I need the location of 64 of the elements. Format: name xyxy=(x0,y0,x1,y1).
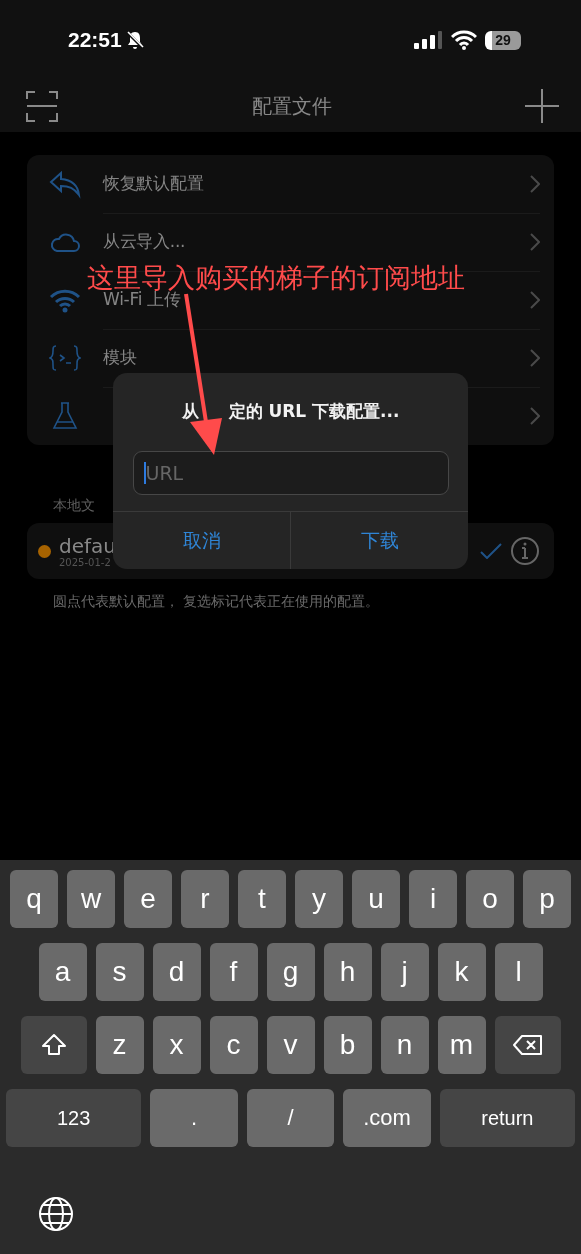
keyboard-key[interactable]: k xyxy=(437,943,486,1001)
menu-label: 从云导入... xyxy=(103,230,186,253)
keyboard-key[interactable]: . xyxy=(150,1089,238,1147)
keyboard-key[interactable]: return xyxy=(439,1089,575,1147)
dialog-title: 定的 URL 下载配置... xyxy=(228,400,400,423)
chevron-icon xyxy=(530,290,540,309)
cancel-button[interactable]: 取消 xyxy=(113,512,290,569)
keyboard-key[interactable]: z xyxy=(95,1016,144,1074)
keyboard-key[interactable]: o xyxy=(466,870,514,928)
file-date: 2025-01-2 xyxy=(59,556,111,568)
keyboard-key[interactable]: u xyxy=(352,870,400,928)
keyboard-key[interactable]: s xyxy=(95,943,144,1001)
keyboard-key[interactable]: p xyxy=(523,870,571,928)
keyboard-key[interactable]: i xyxy=(409,870,457,928)
scan-icon[interactable] xyxy=(26,90,58,122)
keyboard-key[interactable]: w xyxy=(67,870,115,928)
menu-label: 模块 xyxy=(103,346,137,369)
shift-key[interactable] xyxy=(20,1016,87,1074)
keyboard-key[interactable]: g xyxy=(266,943,315,1001)
keyboard-key[interactable]: j xyxy=(380,943,429,1001)
keyboard-key[interactable]: c xyxy=(209,1016,258,1074)
code-braces-icon xyxy=(49,343,81,373)
menu-label: 恢复默认配置 xyxy=(103,172,204,195)
file-name: defau xyxy=(59,534,116,557)
keyboard-key[interactable]: a xyxy=(38,943,87,1001)
footnote: 圆点代表默认配置， 复选标记代表正在使用的配置。 xyxy=(53,593,381,611)
keyboard-key[interactable]: 123 xyxy=(6,1089,142,1147)
chevron-icon xyxy=(530,407,540,425)
download-button[interactable]: 下载 xyxy=(290,512,468,569)
keyboard-key[interactable]: e xyxy=(124,870,172,928)
info-icon[interactable] xyxy=(510,536,540,566)
keyboard-key[interactable]: v xyxy=(266,1016,315,1074)
signal-icon xyxy=(414,30,443,50)
globe-icon[interactable] xyxy=(38,1196,74,1232)
backspace-key[interactable] xyxy=(494,1016,561,1074)
chevron-icon xyxy=(530,348,540,367)
keyboard-key[interactable]: t xyxy=(238,870,286,928)
backspace-icon xyxy=(511,1033,544,1057)
muted-bell-icon xyxy=(124,30,145,50)
keyboard-key[interactable]: x xyxy=(152,1016,201,1074)
chevron-icon xyxy=(530,232,540,251)
keyboard-key[interactable]: r xyxy=(181,870,229,928)
keyboard-key[interactable]: m xyxy=(437,1016,486,1074)
keyboard-key[interactable]: d xyxy=(152,943,201,1001)
keyboard-key[interactable]: q xyxy=(10,870,58,928)
battery-level: 29 xyxy=(485,30,521,50)
section-label: 本地文 xyxy=(53,497,96,515)
url-input-field[interactable]: URL xyxy=(132,451,449,495)
keyboard-key[interactable]: / xyxy=(246,1089,335,1147)
keyboard-key[interactable]: f xyxy=(209,943,258,1001)
shift-arrow-icon xyxy=(40,1033,67,1057)
add-icon[interactable] xyxy=(525,89,559,123)
nav-title: 配置文件 xyxy=(251,92,332,120)
keyboard-key[interactable]: l xyxy=(494,943,543,1001)
chevron-icon xyxy=(530,174,540,193)
dialog-title: 从 xyxy=(181,400,199,423)
status-time: 22:51 xyxy=(68,28,122,52)
undo-arrow-icon xyxy=(49,169,81,199)
keyboard-key[interactable]: y xyxy=(295,870,343,928)
wifi-icon xyxy=(451,30,477,50)
keyboard-key[interactable]: n xyxy=(380,1016,429,1074)
keyboard-key[interactable]: h xyxy=(323,943,372,1001)
keyboard-key[interactable]: b xyxy=(323,1016,372,1074)
keyboard-key[interactable]: .com xyxy=(343,1089,431,1147)
